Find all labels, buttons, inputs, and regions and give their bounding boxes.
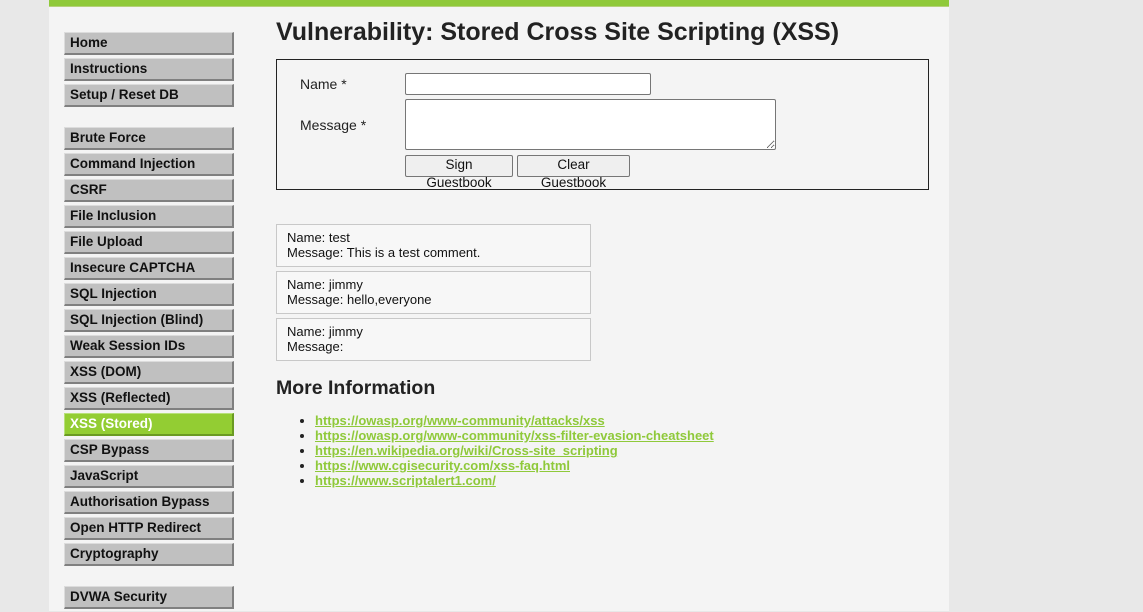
sidebar-item-file-upload[interactable]: File Upload <box>64 231 234 254</box>
more-information-links: https://owasp.org/www-community/attacks/… <box>299 413 714 488</box>
sidebar-item-command-injection[interactable]: Command Injection <box>64 153 234 176</box>
list-item: https://en.wikipedia.org/wiki/Cross-site… <box>315 443 714 458</box>
sidebar-item-setup[interactable]: Setup / Reset DB <box>64 84 234 107</box>
entry-message: Message: hello,everyone <box>287 292 432 307</box>
sidebar-item-open-http-redirect[interactable]: Open HTTP Redirect <box>64 517 234 540</box>
list-item: https://www.cgisecurity.com/xss-faq.html <box>315 458 714 473</box>
entry-name: Name: jimmy <box>287 277 363 292</box>
link-owasp-xss[interactable]: https://owasp.org/www-community/attacks/… <box>315 413 605 428</box>
entry-name: Name: jimmy <box>287 324 363 339</box>
link-owasp-filter-evasion[interactable]: https://owasp.org/www-community/xss-filt… <box>315 428 714 443</box>
link-wikipedia-xss[interactable]: https://en.wikipedia.org/wiki/Cross-site… <box>315 443 618 458</box>
sidebar-item-dvwa-security[interactable]: DVWA Security <box>64 586 234 609</box>
name-label: Name * <box>300 76 347 92</box>
sidebar-item-file-inclusion[interactable]: File Inclusion <box>64 205 234 228</box>
entry-message: Message: <box>287 339 344 354</box>
sign-guestbook-button[interactable]: Sign Guestbook <box>405 155 513 190</box>
page-container: Home Instructions Setup / Reset DB Brute… <box>49 0 949 611</box>
message-textarea[interactable] <box>405 99 776 150</box>
more-information-heading: More Information <box>276 377 436 399</box>
list-item: https://owasp.org/www-community/attacks/… <box>315 413 714 428</box>
sidebar-menu-main: Home Instructions Setup / Reset DB <box>64 32 234 110</box>
entry-message: Message: This is a test comment. <box>287 245 481 260</box>
sidebar-item-csp-bypass[interactable]: CSP Bypass <box>64 439 234 462</box>
list-item: https://owasp.org/www-community/xss-filt… <box>315 428 714 443</box>
guestbook-entry: Name: jimmy Message: hello,everyone <box>276 271 591 314</box>
clear-guestbook-button[interactable]: Clear Guestbook <box>517 155 630 190</box>
link-scriptalert1[interactable]: https://www.scriptalert1.com/ <box>315 473 496 488</box>
sidebar-item-xss-dom[interactable]: XSS (DOM) <box>64 361 234 384</box>
guestbook-form: Name * Message * Sign Guestbook Clear Gu… <box>276 59 929 190</box>
sidebar-item-cryptography[interactable]: Cryptography <box>64 543 234 566</box>
guestbook-entry: Name: jimmy Message: <box>276 318 591 361</box>
sidebar-item-xss-stored[interactable]: XSS (Stored) <box>64 413 234 436</box>
page-title: Vulnerability: Stored Cross Site Scripti… <box>276 18 840 46</box>
sidebar-item-home[interactable]: Home <box>64 32 234 55</box>
sidebar-item-sql-injection[interactable]: SQL Injection <box>64 283 234 306</box>
sidebar-menu-vulnerabilities: Brute Force Command Injection CSRF File … <box>64 127 234 569</box>
sidebar-item-brute-force[interactable]: Brute Force <box>64 127 234 150</box>
sidebar-menu-settings: DVWA Security <box>64 586 234 612</box>
sidebar-item-weak-session-ids[interactable]: Weak Session IDs <box>64 335 234 358</box>
guestbook-entry: Name: test Message: This is a test comme… <box>276 224 591 267</box>
sidebar-item-insecure-captcha[interactable]: Insecure CAPTCHA <box>64 257 234 280</box>
sidebar-item-authorisation-bypass[interactable]: Authorisation Bypass <box>64 491 234 514</box>
sidebar-item-sql-injection-blind[interactable]: SQL Injection (Blind) <box>64 309 234 332</box>
message-label: Message * <box>300 117 367 133</box>
list-item: https://www.scriptalert1.com/ <box>315 473 714 488</box>
sidebar-item-xss-reflected[interactable]: XSS (Reflected) <box>64 387 234 410</box>
header-divider <box>49 6 949 7</box>
sidebar-item-csrf[interactable]: CSRF <box>64 179 234 202</box>
sidebar-item-instructions[interactable]: Instructions <box>64 58 234 81</box>
sidebar-item-javascript[interactable]: JavaScript <box>64 465 234 488</box>
name-input[interactable] <box>405 73 651 95</box>
entry-name: Name: test <box>287 230 350 245</box>
link-cgisecurity-faq[interactable]: https://www.cgisecurity.com/xss-faq.html <box>315 458 570 473</box>
